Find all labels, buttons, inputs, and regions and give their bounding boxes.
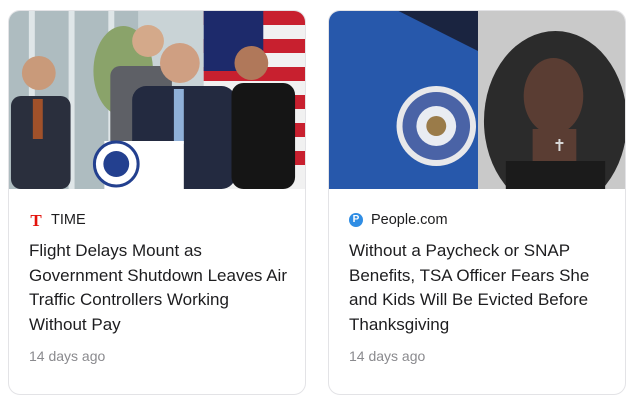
people-logo-icon: P xyxy=(349,213,363,227)
news-thumbnail-press-conference xyxy=(9,11,305,189)
news-source: P People.com xyxy=(349,210,448,230)
news-headline[interactable]: Flight Delays Mount as Government Shutdo… xyxy=(29,239,291,337)
news-thumbnail-tsa-officer xyxy=(329,11,625,189)
news-timestamp: 14 days ago xyxy=(349,348,426,364)
news-timestamp: 14 days ago xyxy=(29,348,106,364)
news-card-people[interactable]: P People.com Without a Paycheck or SNAP … xyxy=(328,10,626,395)
news-source-label: People.com xyxy=(371,212,448,228)
news-headline[interactable]: Without a Paycheck or SNAP Benefits, TSA… xyxy=(349,239,611,337)
news-source: T TIME xyxy=(29,210,86,230)
time-logo-icon: T xyxy=(30,210,42,230)
news-source-label: TIME xyxy=(51,212,86,228)
news-card-time[interactable]: T TIME Flight Delays Mount as Government… xyxy=(8,10,306,395)
